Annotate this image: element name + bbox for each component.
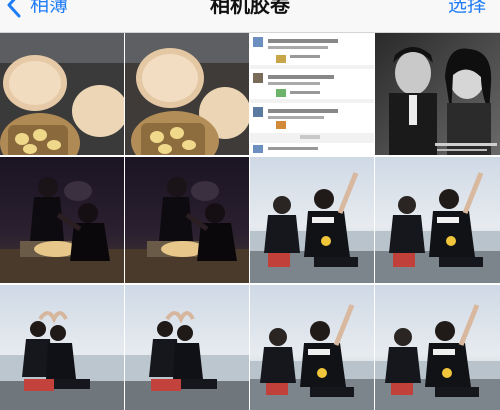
photo-thumbnail-couple-sea-peace[interactable] [375,285,500,410]
photo-thumbnail-couple-sea-heart[interactable] [125,285,249,410]
photo-thumbnail-couple-night[interactable] [125,157,249,283]
photo-thumbnail-couple-sea-peace[interactable] [250,157,374,283]
page-title: 相机胶卷 [210,0,290,17]
photo-grid [0,33,500,410]
photo-thumbnail-couple-sea-heart[interactable] [0,285,124,410]
photo-thumbnail-couple-night[interactable] [0,157,124,283]
navigation-bar: 相簿 相机胶卷 选择 [0,0,500,33]
photo-thumbnail-mooncakes[interactable] [0,33,124,155]
photo-thumbnail-chat-screenshot[interactable] [250,33,374,155]
photo-thumbnail-mooncakes[interactable] [125,33,249,155]
photo-thumbnail-couple-sea-peace[interactable] [250,285,374,410]
select-button[interactable]: 选择 [448,0,486,19]
photo-thumbnail-bw-portrait[interactable] [375,33,500,155]
photo-thumbnail-couple-sea-peace[interactable] [375,157,500,283]
